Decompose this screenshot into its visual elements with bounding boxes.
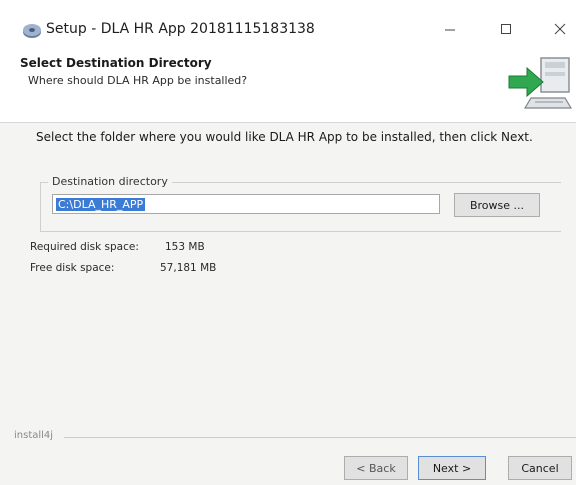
destination-directory-input[interactable]: C:\DLA_HR_APP <box>52 194 440 214</box>
back-button[interactable]: < Back <box>344 456 408 480</box>
required-space-value: 153 MB <box>165 241 205 253</box>
required-space-label: Required disk space: <box>30 241 139 253</box>
install-arrow-icon <box>508 57 573 109</box>
window-title: Setup - DLA HR App 20181115183138 <box>46 21 315 37</box>
browse-button[interactable]: Browse ... <box>454 193 540 217</box>
close-icon <box>554 23 566 35</box>
free-space-label: Free disk space: <box>30 262 115 274</box>
free-space-value: 57,181 MB <box>160 262 217 274</box>
destination-directory-value: C:\DLA_HR_APP <box>56 197 146 211</box>
minimize-button[interactable] <box>430 14 470 44</box>
footer-divider <box>64 437 576 438</box>
install4j-brand: install4j <box>14 430 54 441</box>
title-bar[interactable]: Setup - DLA HR App 20181115183138 <box>0 0 576 44</box>
minimize-icon <box>445 29 455 31</box>
next-button[interactable]: Next > <box>418 456 486 480</box>
page-title: Select Destination Directory <box>20 56 212 70</box>
instruction-text: Select the folder where you would like D… <box>36 130 533 144</box>
setup-app-icon <box>23 24 41 38</box>
wizard-header: Select Destination Directory Where shoul… <box>0 44 576 123</box>
page-subtitle: Where should DLA HR App be installed? <box>28 74 248 87</box>
close-button[interactable] <box>540 14 576 44</box>
maximize-button[interactable] <box>486 14 526 44</box>
setup-window: Setup - DLA HR App 20181115183138 Select… <box>0 0 576 485</box>
destination-legend: Destination directory <box>48 175 172 188</box>
cancel-button[interactable]: Cancel <box>508 456 572 480</box>
maximize-icon <box>501 24 511 34</box>
